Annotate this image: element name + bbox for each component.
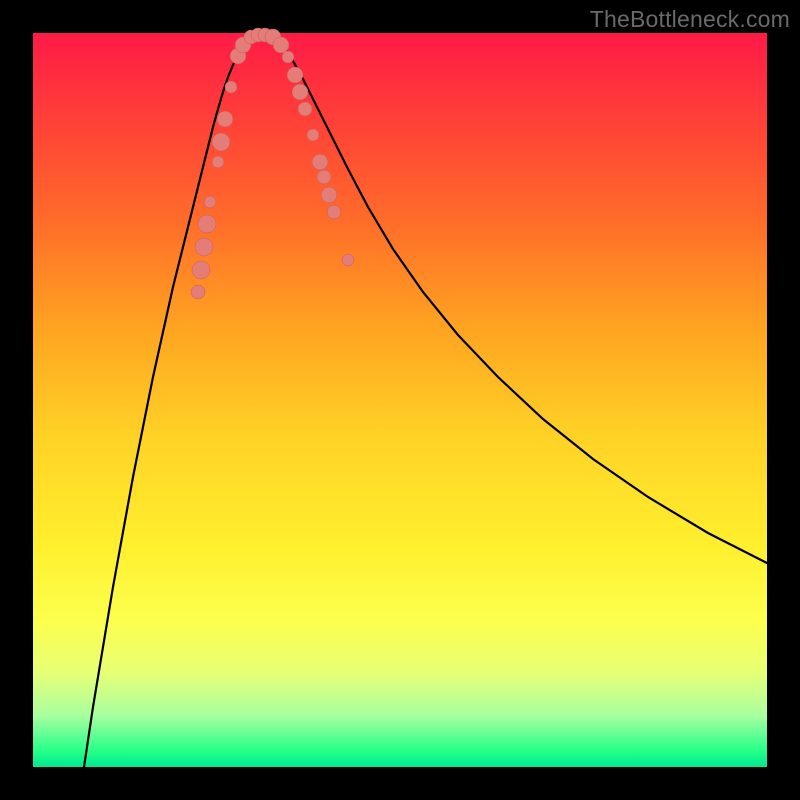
plot-area: [33, 33, 767, 767]
data-point: [327, 205, 341, 219]
chart-frame: TheBottleneck.com: [0, 0, 800, 800]
data-point: [217, 111, 233, 127]
chart-svg: [33, 33, 767, 767]
data-point: [287, 67, 303, 83]
data-point: [298, 102, 312, 116]
marker-group: [191, 28, 354, 299]
data-point: [225, 81, 237, 93]
data-point: [282, 51, 294, 63]
data-point: [212, 133, 230, 151]
curve-right-curve: [268, 37, 767, 563]
data-point: [321, 187, 337, 203]
data-point: [192, 261, 210, 279]
data-point: [307, 129, 319, 141]
curve-group: [84, 37, 767, 767]
data-point: [292, 84, 308, 100]
data-point: [312, 154, 328, 170]
data-point: [342, 254, 354, 266]
data-point: [204, 196, 216, 208]
data-point: [317, 170, 331, 184]
data-point: [273, 37, 289, 53]
data-point: [198, 215, 216, 233]
watermark-label: TheBottleneck.com: [590, 6, 790, 33]
data-point: [195, 238, 213, 256]
data-point: [212, 156, 224, 168]
data-point: [191, 285, 205, 299]
